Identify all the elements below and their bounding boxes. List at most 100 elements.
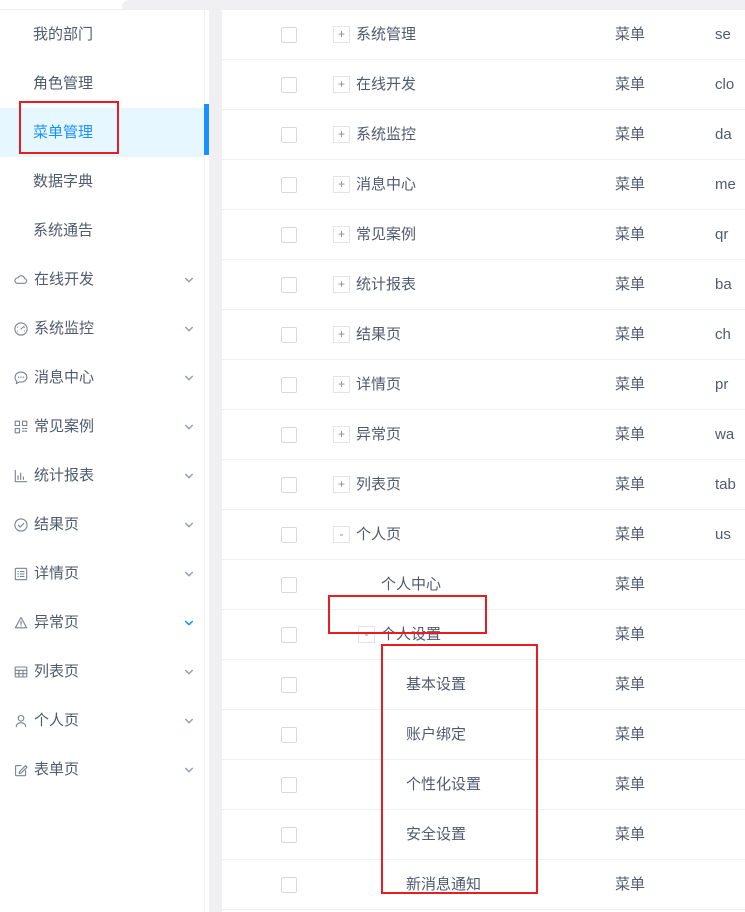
sidebar-item-1[interactable]: 在线开发 (0, 255, 204, 304)
table-icon (8, 662, 34, 682)
row-checkbox[interactable] (281, 277, 297, 293)
menu-type-cell: 菜单 (615, 376, 646, 393)
row-checkbox[interactable] (281, 727, 297, 743)
sidebar-item-9[interactable]: 列表页 (0, 647, 204, 696)
expand-icon[interactable]: + (333, 326, 350, 343)
menu-icon-cell: qr (715, 226, 729, 243)
sidebar-subitem-2[interactable]: 角色管理 (0, 59, 204, 108)
table-row[interactable]: 个人中心 菜单 (222, 560, 745, 610)
expand-icon[interactable]: + (333, 376, 350, 393)
menu-name-cell: 在线开发 (356, 76, 417, 93)
menu-type-cell: 菜单 (615, 826, 646, 843)
expand-icon[interactable]: + (333, 426, 350, 443)
chevron-down-icon[interactable] (174, 617, 204, 629)
sidebar-subitem-4[interactable]: 数据字典 (0, 157, 204, 206)
menu-type-cell: 菜单 (615, 576, 646, 593)
chevron-down-icon[interactable] (174, 323, 204, 335)
sidebar-item-6[interactable]: 结果页 (0, 500, 204, 549)
chevron-down-icon[interactable] (174, 568, 204, 580)
row-checkbox[interactable] (281, 527, 297, 543)
sidebar-item-8[interactable]: 异常页 (0, 598, 204, 647)
menu-name-cell: 消息中心 (356, 176, 417, 193)
sidebar-subitem-1[interactable]: 我的部门 (0, 10, 204, 59)
row-checkbox[interactable] (281, 477, 297, 493)
chevron-down-icon[interactable] (174, 519, 204, 531)
row-checkbox[interactable] (281, 327, 297, 343)
row-checkbox[interactable] (281, 377, 297, 393)
menu-name-cell: 统计报表 (356, 276, 417, 293)
sidebar-item-10[interactable]: 个人页 (0, 696, 204, 745)
sidebar-item-label: 消息中心 (34, 369, 95, 386)
menu-type-cell: 菜单 (615, 776, 646, 793)
expand-icon[interactable]: + (333, 26, 350, 43)
menu-type-cell: 菜单 (615, 626, 646, 643)
menu-name-cell: 系统监控 (356, 126, 417, 143)
menu-type-cell: 菜单 (615, 226, 646, 243)
sidebar-subitem-3[interactable]: 菜单管理 (0, 108, 204, 157)
sidebar-item-4[interactable]: 常见案例 (0, 402, 204, 451)
sidebar-item-5[interactable]: 统计报表 (0, 451, 204, 500)
sidebar-item-7[interactable]: 详情页 (0, 549, 204, 598)
table-row[interactable]: + 系统管理 菜单 se (222, 10, 745, 60)
chevron-down-icon[interactable] (174, 421, 204, 433)
table-row[interactable]: 基本设置 菜单 (222, 660, 745, 710)
chevron-down-icon[interactable] (174, 274, 204, 286)
row-checkbox[interactable] (281, 127, 297, 143)
menu-icon-cell: da (715, 126, 732, 143)
row-checkbox[interactable] (281, 677, 297, 693)
table-row[interactable]: + 异常页 菜单 wa (222, 410, 745, 460)
table-row[interactable]: + 消息中心 菜单 me (222, 160, 745, 210)
row-checkbox[interactable] (281, 577, 297, 593)
sidebar-item-2[interactable]: 系统监控 (0, 304, 204, 353)
table-row[interactable]: + 常见案例 菜单 qr (222, 210, 745, 260)
menu-name-cell: 安全设置 (406, 826, 467, 843)
table-row[interactable]: + 在线开发 菜单 clo (222, 60, 745, 110)
table-row[interactable]: + 统计报表 菜单 ba (222, 260, 745, 310)
row-checkbox[interactable] (281, 777, 297, 793)
check-circle-icon (8, 515, 34, 535)
expand-icon[interactable]: + (333, 126, 350, 143)
row-checkbox[interactable] (281, 827, 297, 843)
collapse-icon[interactable]: - (358, 626, 375, 643)
chevron-down-icon[interactable] (174, 666, 204, 678)
sidebar-item-3[interactable]: 消息中心 (0, 353, 204, 402)
table-row[interactable]: - 个人页 菜单 us (222, 510, 745, 560)
expand-icon[interactable]: + (333, 226, 350, 243)
chevron-down-icon[interactable] (174, 764, 204, 776)
menu-type-cell: 菜单 (615, 126, 646, 143)
table-row[interactable]: - 个人设置 菜单 (222, 610, 745, 660)
warning-icon (8, 613, 34, 633)
sidebar-item-11[interactable]: 表单页 (0, 745, 204, 794)
row-checkbox[interactable] (281, 427, 297, 443)
row-checkbox[interactable] (281, 77, 297, 93)
chevron-down-icon[interactable] (174, 372, 204, 384)
expand-icon[interactable]: + (333, 176, 350, 193)
table-row[interactable]: + 结果页 菜单 ch (222, 310, 745, 360)
content-card-top-edge (122, 0, 745, 9)
table-row[interactable]: 个性化设置 菜单 (222, 760, 745, 810)
row-checkbox[interactable] (281, 227, 297, 243)
menu-type-cell: 菜单 (615, 476, 646, 493)
chevron-down-icon[interactable] (174, 715, 204, 727)
menu-icon-cell: us (715, 526, 731, 543)
expand-icon[interactable]: + (333, 76, 350, 93)
row-checkbox[interactable] (281, 177, 297, 193)
table-row[interactable]: 安全设置 菜单 (222, 810, 745, 860)
sidebar-item-label: 表单页 (34, 761, 80, 778)
table-row[interactable]: + 系统监控 菜单 da (222, 110, 745, 160)
row-checkbox[interactable] (281, 627, 297, 643)
sidebar-subitem-5[interactable]: 系统通告 (0, 206, 204, 255)
page-top-sliver (0, 0, 745, 10)
row-checkbox[interactable] (281, 877, 297, 893)
expand-icon[interactable]: + (333, 276, 350, 293)
table-row[interactable]: 账户绑定 菜单 (222, 710, 745, 760)
table-row[interactable]: 新消息通知 菜单 (222, 860, 745, 910)
row-checkbox[interactable] (281, 27, 297, 43)
chevron-down-icon[interactable] (174, 470, 204, 482)
table-row[interactable]: + 详情页 菜单 pr (222, 360, 745, 410)
collapse-icon[interactable]: - (333, 526, 350, 543)
table-row[interactable]: + 列表页 菜单 tab (222, 460, 745, 510)
message-icon (8, 368, 34, 388)
sidebar-item-label: 在线开发 (34, 271, 95, 288)
expand-icon[interactable]: + (333, 476, 350, 493)
